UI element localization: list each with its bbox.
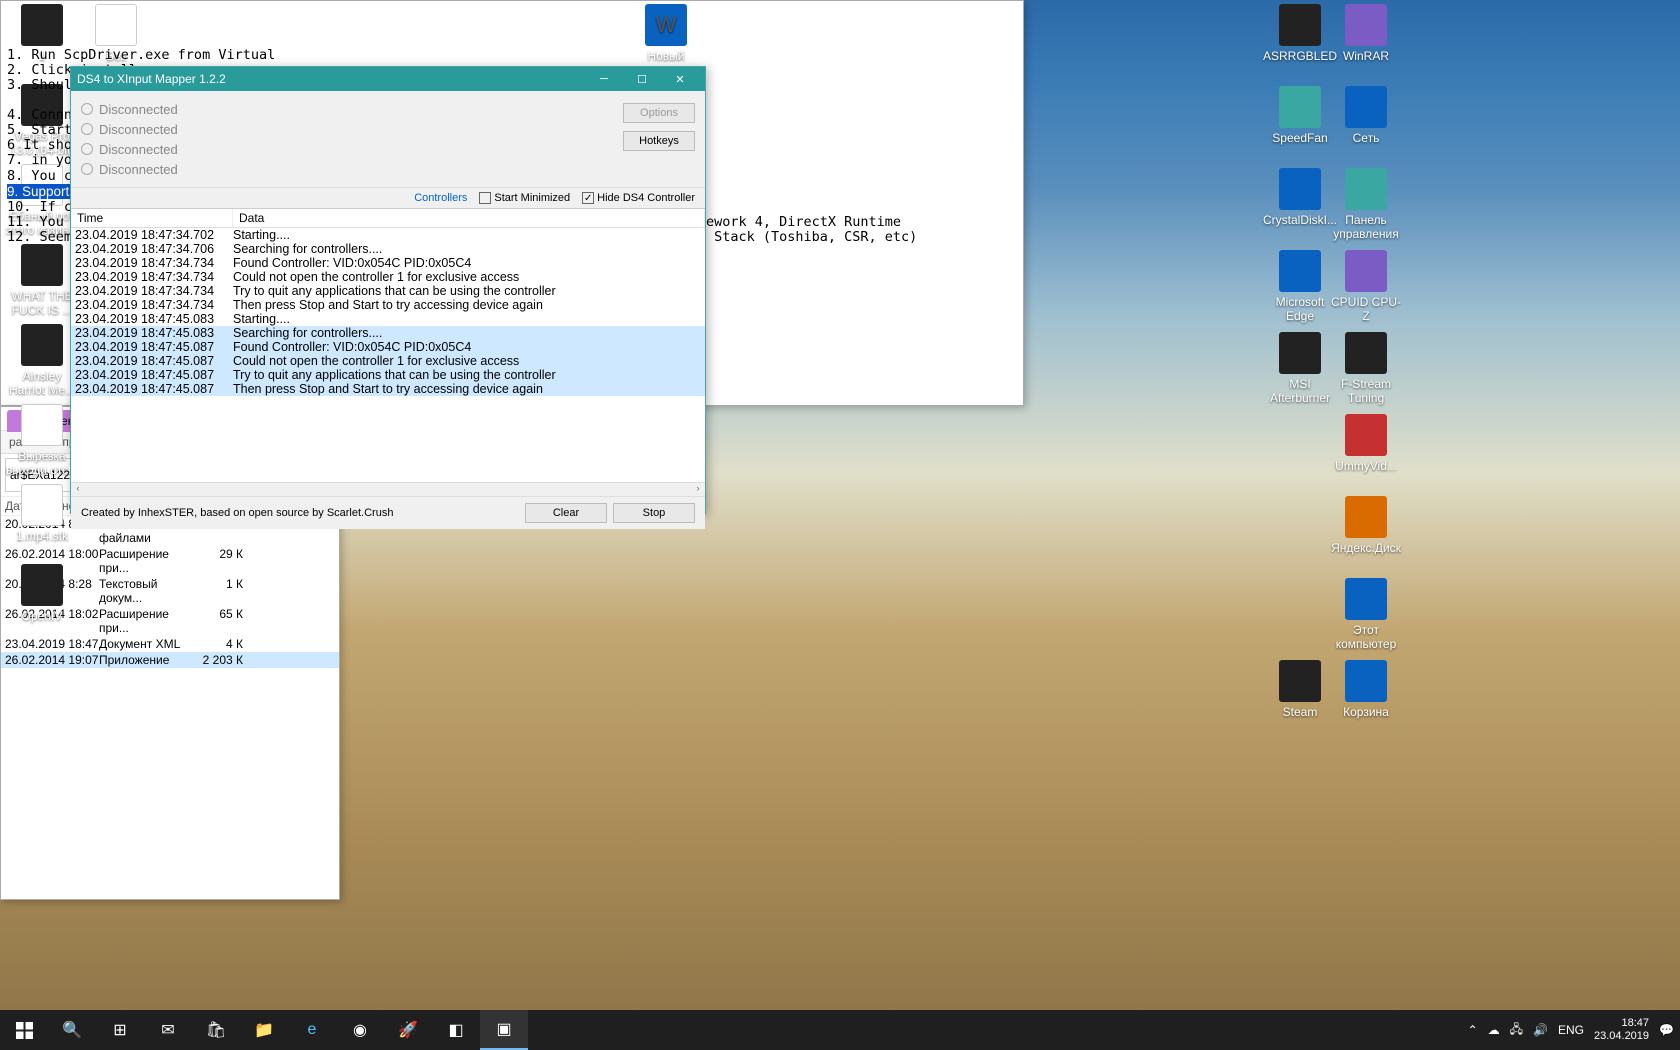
- explorer-icon[interactable]: 📁: [240, 1010, 288, 1050]
- log-row[interactable]: 23.04.2019 18:47:45.087Try to quit any a…: [71, 368, 705, 382]
- log-row[interactable]: 23.04.2019 18:47:34.702Starting....: [71, 228, 705, 242]
- log-header[interactable]: Time Data: [71, 209, 705, 228]
- onedrive-icon[interactable]: ☁: [1488, 1023, 1500, 1037]
- controller-list: Disconnected Disconnected Disconnected D…: [81, 99, 623, 179]
- desktop-icon[interactable]: MSI Afterburner: [1262, 332, 1338, 406]
- system-tray: ⌃ ☁ 🖧 🔊 ENG 18:47 23.04.2019 💬: [1468, 1017, 1680, 1042]
- options-button: Options: [623, 103, 695, 123]
- search-icon[interactable]: 🔍: [48, 1010, 96, 1050]
- hide-ds4-checkbox[interactable]: ✓Hide DS4 Controller: [582, 192, 695, 204]
- log-row[interactable]: 23.04.2019 18:47:34.734Then press Stop a…: [71, 298, 705, 312]
- network-icon[interactable]: 🖧: [1510, 1020, 1523, 1041]
- controller-slot[interactable]: Disconnected: [81, 139, 623, 159]
- log-area: Time Data 23.04.2019 18:47:34.702Startin…: [71, 208, 705, 496]
- mail-icon[interactable]: ✉: [144, 1010, 192, 1050]
- taskbar: 🔍 ⊞ ✉ 🛍 📁 e ◉ 🚀 ◧ ▣ ⌃ ☁ 🖧 🔊 ENG 18:47 23…: [0, 1010, 1680, 1050]
- desktop-icon[interactable]: Этот компьютер: [1328, 578, 1404, 652]
- log-row[interactable]: 23.04.2019 18:47:45.087Could not open th…: [71, 354, 705, 368]
- log-row[interactable]: 23.04.2019 18:47:45.083Starting....: [71, 312, 705, 326]
- minimize-button[interactable]: ─: [585, 67, 623, 91]
- desktop-icon[interactable]: Сеть: [1328, 86, 1404, 146]
- stop-button[interactable]: Stop: [613, 503, 695, 523]
- log-row[interactable]: 23.04.2019 18:47:34.734Could not open th…: [71, 270, 705, 284]
- ds4-titlebar[interactable]: DS4 to XInput Mapper 1.2.2 ─ ☐ ✕: [71, 67, 705, 91]
- ds4-task-icon[interactable]: ▣: [480, 1010, 528, 1050]
- window-title: DS4 to XInput Mapper 1.2.2: [77, 72, 226, 86]
- desktop-icon[interactable]: ASRRGBLED: [1262, 4, 1338, 64]
- controller-slot[interactable]: Disconnected: [81, 159, 623, 179]
- scrollbar-horizontal[interactable]: ‹›: [71, 482, 705, 496]
- log-row[interactable]: 23.04.2019 18:47:34.734Found Controller:…: [71, 256, 705, 270]
- desktop-icon[interactable]: Корзина: [1328, 660, 1404, 720]
- edge-icon[interactable]: e: [288, 1010, 336, 1050]
- desktop-icon[interactable]: UmmyVid...: [1328, 414, 1404, 474]
- steam-icon[interactable]: ◉: [336, 1010, 384, 1050]
- desktop-icon[interactable]: SpeedFan: [1262, 86, 1338, 146]
- rocket-league-icon[interactable]: 🚀: [384, 1010, 432, 1050]
- desktop-icon[interactable]: CrystalDiskI...: [1262, 168, 1338, 228]
- tray-chevron-icon[interactable]: ⌃: [1468, 1023, 1478, 1037]
- clock[interactable]: 18:47 23.04.2019: [1594, 1017, 1649, 1042]
- log-row[interactable]: 23.04.2019 18:47:45.087Then press Stop a…: [71, 382, 705, 396]
- app-icon[interactable]: ◧: [432, 1010, 480, 1050]
- desktop-icon[interactable]: Steam: [1262, 660, 1338, 720]
- hotkeys-button[interactable]: Hotkeys: [623, 131, 695, 151]
- controller-slot[interactable]: Disconnected: [81, 99, 623, 119]
- language-indicator[interactable]: ENG: [1558, 1023, 1584, 1037]
- log-row[interactable]: 23.04.2019 18:47:34.734Try to quit any a…: [71, 284, 705, 298]
- task-view-icon[interactable]: ⊞: [96, 1010, 144, 1050]
- desktop-icon[interactable]: Вырезка выходи отс...: [4, 404, 80, 478]
- ds4-window: DS4 to XInput Mapper 1.2.2 ─ ☐ ✕ Disconn…: [70, 66, 706, 514]
- desktop-icon[interactable]: F-Stream Tuning: [1328, 332, 1404, 406]
- clear-button[interactable]: Clear: [525, 503, 607, 523]
- start-button[interactable]: [0, 1010, 48, 1050]
- maximize-button[interactable]: ☐: [623, 67, 661, 91]
- controllers-link[interactable]: Controllers: [414, 192, 467, 204]
- notifications-icon[interactable]: 💬: [1659, 1023, 1674, 1037]
- log-row[interactable]: 23.04.2019 18:47:45.083Searching for con…: [71, 326, 705, 340]
- store-icon[interactable]: 🛍: [192, 1010, 240, 1050]
- credit-text: Created by InhexSTER, based on open sour…: [81, 507, 393, 519]
- volume-icon[interactable]: 🔊: [1533, 1023, 1548, 1037]
- desktop-icon[interactable]: Панель управления: [1328, 168, 1404, 242]
- close-button[interactable]: ✕: [661, 67, 699, 91]
- desktop-icon[interactable]: 1.mp4.sfk: [4, 484, 80, 544]
- desktop-icon[interactable]: Яндекс.Диск: [1328, 496, 1404, 556]
- controller-slot[interactable]: Disconnected: [81, 119, 623, 139]
- log-row[interactable]: 23.04.2019 18:47:34.706Searching for con…: [71, 242, 705, 256]
- log-row[interactable]: 23.04.2019 18:47:45.087Found Controller:…: [71, 340, 705, 354]
- desktop-icon[interactable]: Microsoft Edge: [1262, 250, 1338, 324]
- desktop-icon[interactable]: OpenIV: [4, 564, 80, 624]
- desktop-icon[interactable]: CPUID CPU-Z: [1328, 250, 1404, 324]
- start-minimized-checkbox[interactable]: Start Minimized: [479, 192, 570, 204]
- desktop-icon[interactable]: WinRAR: [1328, 4, 1404, 64]
